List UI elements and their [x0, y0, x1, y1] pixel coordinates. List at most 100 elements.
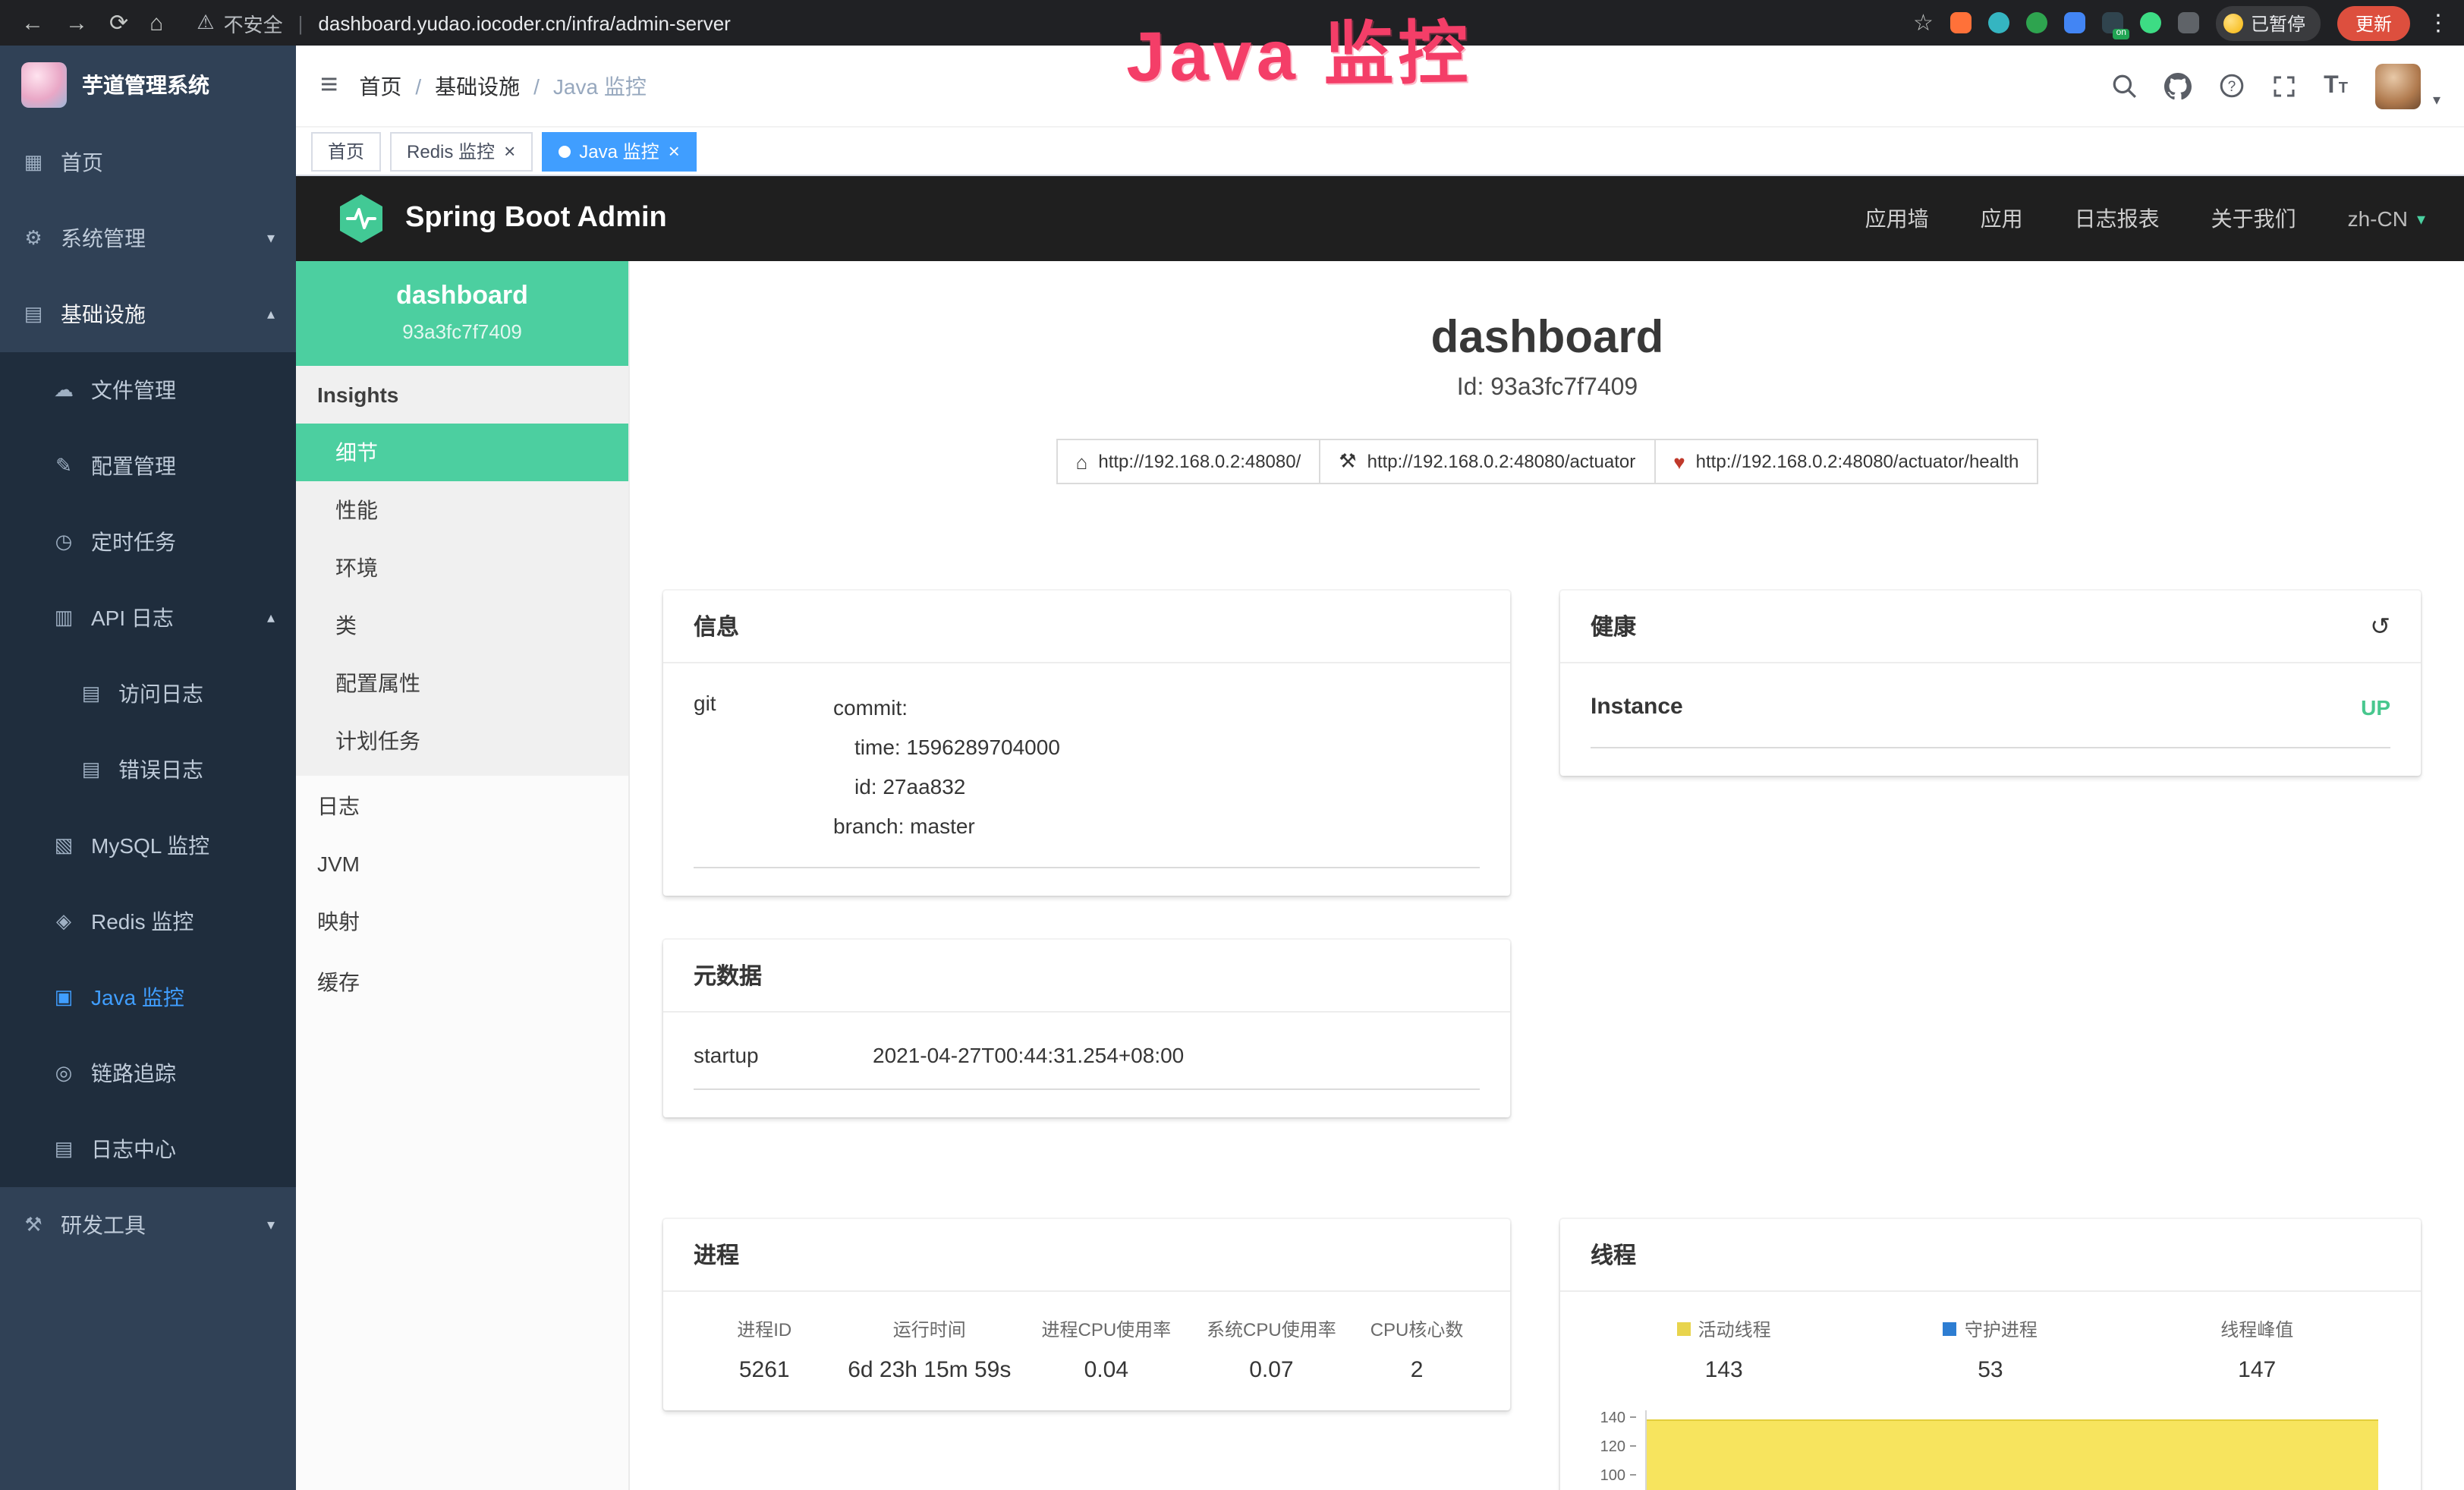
sba-nav-about[interactable]: 关于我们 [2211, 203, 2296, 234]
tags-view: 首页 Redis 监控 × Java 监控 × [296, 128, 2464, 176]
sba-item-loggers[interactable]: 日志 [296, 776, 628, 836]
sidebar-item-file[interactable]: ☁ 文件管理 [0, 352, 296, 428]
sba-nav-wallboard[interactable]: 应用墙 [1865, 203, 1929, 234]
sidebar-item-devtools[interactable]: ⚒ 研发工具 ▾ [0, 1187, 296, 1263]
legend-peak: 线程峰值 147 [2124, 1316, 2390, 1383]
address-divider: | [298, 11, 304, 34]
git-id-line: id: 27aa832 [833, 767, 1060, 806]
sba-nav-journal[interactable]: 日志报表 [2075, 203, 2160, 234]
search-icon[interactable] [2111, 73, 2137, 99]
extension-icon-orange[interactable] [1950, 12, 1972, 33]
git-branch-line: branch: master [833, 806, 1060, 846]
health-instance-row[interactable]: Instance UP [1591, 688, 2390, 748]
metadata-card-title: 元数据 [694, 959, 762, 991]
legend-daemon-value: 53 [1857, 1357, 2123, 1383]
sba-item-jvm[interactable]: JVM [296, 836, 628, 891]
bookmark-star-icon[interactable]: ☆ [1913, 9, 1934, 36]
profile-paused-badge[interactable]: 已暂停 [2216, 5, 2321, 40]
sba-nav-applications[interactable]: 应用 [1981, 203, 2023, 234]
breadcrumb-home[interactable]: 首页 [359, 71, 401, 101]
extension-icon-green-check[interactable] [2026, 12, 2047, 33]
threads-card-body: 活动线程 143 守护进程 53 线程峰值 147 140 120 100 [1560, 1292, 2421, 1490]
topbar-actions: ? TT ▾ [2111, 63, 2464, 109]
y-tick: 100 [1591, 1468, 1636, 1485]
instance-header[interactable]: dashboard 93a3fc7f7409 [296, 261, 628, 366]
font-size-icon[interactable]: TT [2324, 72, 2348, 99]
sba-item-mappings[interactable]: 映射 [296, 891, 628, 952]
col-value: 6d 23h 15m 59s [838, 1357, 1021, 1383]
info-card-body: git commit: time: 1596289704000 id: 27aa… [663, 663, 1510, 896]
sba-title: Spring Boot Admin [405, 202, 667, 235]
help-icon[interactable]: ? [2219, 73, 2245, 99]
sba-item-environment[interactable]: 环境 [296, 539, 628, 597]
close-icon[interactable]: × [504, 141, 515, 161]
sidebar-item-label: MySQL 监控 [91, 830, 209, 861]
sba-nav: 应用墙 应用 日志报表 关于我们 zh-CN ▾ [1865, 203, 2425, 234]
extension-icon-blue-grid[interactable] [2064, 12, 2085, 33]
tab-redis[interactable]: Redis 监控 × [390, 131, 532, 171]
address-bar[interactable]: ⚠ 不安全 | dashboard.yudao.iocoder.cn/infra… [197, 8, 731, 37]
user-avatar[interactable] [2375, 63, 2421, 109]
metadata-card-body: startup 2021-04-27T00:44:31.254+08:00 [663, 1013, 1510, 1117]
language-selector[interactable]: zh-CN ▾ [2348, 206, 2425, 231]
git-commit-line: commit: [833, 688, 1060, 727]
app-logo[interactable]: 芋道管理系统 [0, 46, 296, 124]
health-url-button[interactable]: ♥ http://192.168.0.2:48080/actuator/heal… [1654, 439, 2038, 484]
legend-daemon-swatch [1943, 1322, 1957, 1336]
sidebar-item-api-log[interactable]: ▥ API 日志 ▴ [0, 580, 296, 656]
sidebar-item-config[interactable]: ✎ 配置管理 [0, 428, 296, 504]
sidebar-item-trace[interactable]: ◎ 链路追踪 [0, 1035, 296, 1111]
service-url-button[interactable]: ⌂ http://192.168.0.2:48080/ [1056, 439, 1321, 484]
info-row-git: git commit: time: 1596289704000 id: 27aa… [694, 688, 1480, 868]
back-icon[interactable]: ← [21, 10, 44, 36]
health-card-body: Instance UP [1560, 663, 2421, 776]
tab-home[interactable]: 首页 [311, 131, 381, 171]
sidebar-item-log-center[interactable]: ▤ 日志中心 [0, 1111, 296, 1187]
sba-item-scheduledtasks[interactable]: 计划任务 [296, 712, 628, 770]
actuator-url-button[interactable]: ⚒ http://192.168.0.2:48080/actuator [1319, 439, 1655, 484]
sidebar-item-home[interactable]: ▦ 首页 [0, 124, 296, 200]
browser-menu-icon[interactable]: ⋮ [2427, 9, 2450, 36]
history-icon[interactable]: ↺ [2370, 611, 2390, 641]
browser-home-icon[interactable]: ⌂ [149, 10, 163, 36]
sidebar-item-access-log[interactable]: ▤ 访问日志 [0, 656, 296, 732]
sidebar-item-system[interactable]: ⚙ 系统管理 ▾ [0, 200, 296, 276]
service-url-label: http://192.168.0.2:48080/ [1098, 451, 1301, 472]
sidebar-item-job[interactable]: ◷ 定时任务 [0, 504, 296, 580]
sidebar-item-mysql[interactable]: ▧ MySQL 监控 [0, 808, 296, 884]
sba-item-metrics[interactable]: 性能 [296, 481, 628, 539]
close-icon[interactable]: × [669, 141, 680, 161]
sba-item-details[interactable]: 细节 [296, 424, 628, 481]
tab-java[interactable]: Java 监控 × [541, 131, 697, 171]
sidebar-item-error-log[interactable]: ▤ 错误日志 [0, 732, 296, 808]
sidebar-item-java[interactable]: ▣ Java 监控 [0, 959, 296, 1035]
sba-item-beans[interactable]: 类 [296, 597, 628, 654]
breadcrumb-current: Java 监控 [553, 71, 647, 101]
sba-item-configprops[interactable]: 配置属性 [296, 654, 628, 712]
forward-icon[interactable]: → [65, 10, 88, 36]
language-label: zh-CN [2348, 206, 2408, 231]
chrome-update-button[interactable]: 更新 [2337, 5, 2410, 40]
insights-group-header: Insights [296, 366, 628, 424]
fullscreen-icon[interactable] [2272, 74, 2296, 98]
sidebar-item-infra[interactable]: ▤ 基础设施 ▴ [0, 276, 296, 352]
col-value: 5261 [697, 1357, 832, 1383]
extension-icon-teal[interactable] [1988, 12, 2009, 33]
home-icon: ⌂ [1076, 450, 1088, 473]
hamburger-icon[interactable]: ≡ [296, 68, 359, 103]
chevron-down-icon: ▾ [267, 1217, 275, 1233]
extension-icon-leaf[interactable] [2140, 12, 2161, 33]
instance-links: ⌂ http://192.168.0.2:48080/ ⚒ http://192… [630, 439, 2464, 484]
sidebar-item-redis[interactable]: ◈ Redis 监控 [0, 884, 296, 959]
extensions-puzzle-icon[interactable] [2178, 12, 2199, 33]
sba-main: dashboard Id: 93a3fc7f7409 ⌂ http://192.… [630, 261, 2464, 1490]
extension-icon-switch-on[interactable] [2102, 12, 2123, 33]
reload-icon[interactable]: ⟳ [109, 9, 128, 36]
github-icon[interactable] [2164, 72, 2192, 99]
edit-icon: ✎ [52, 454, 76, 478]
url-text[interactable]: dashboard.yudao.iocoder.cn/infra/admin-s… [318, 11, 730, 34]
breadcrumb-infra[interactable]: 基础设施 [435, 71, 520, 101]
sba-item-caches[interactable]: 缓存 [296, 952, 628, 1013]
app-title: 芋道管理系统 [82, 70, 209, 100]
instance-id: 93a3fc7f7409 [296, 320, 628, 343]
